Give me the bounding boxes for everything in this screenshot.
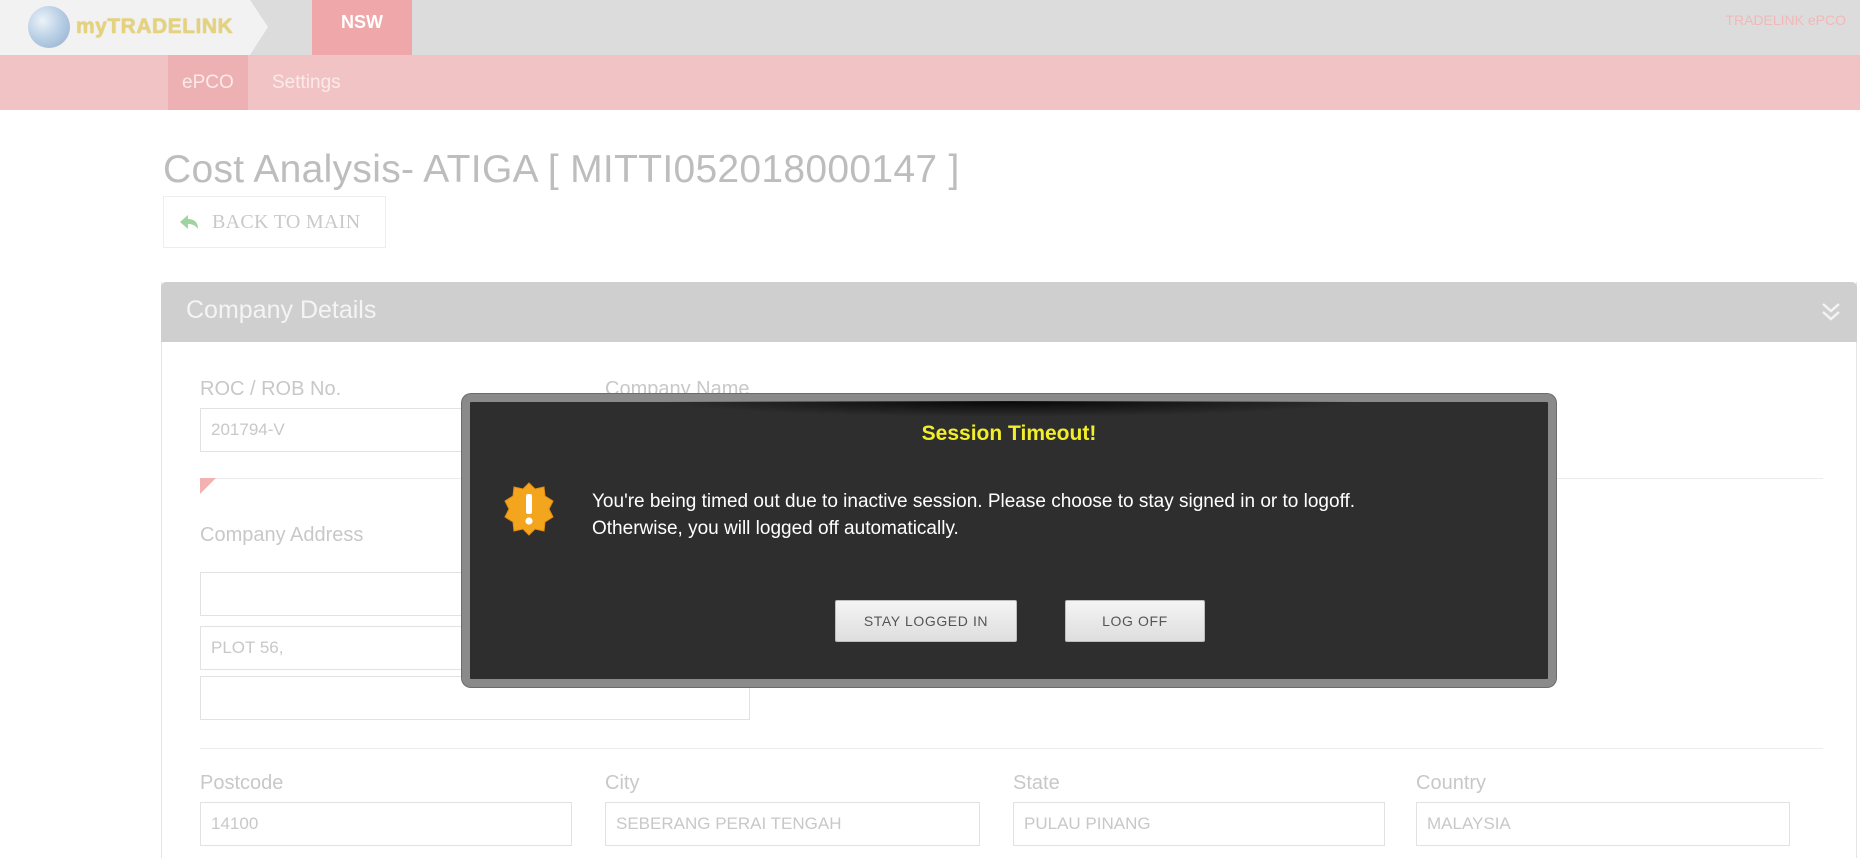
state-field[interactable]: PULAU PINANG	[1013, 802, 1385, 846]
dialog-message-line-2: Otherwise, you will logged off automatic…	[592, 518, 959, 539]
dialog-message-line-1: You're being timed out due to inactive s…	[592, 491, 1356, 512]
logo-tab[interactable]: myTRADELINK	[0, 0, 268, 55]
top-right-link[interactable]: TRADELINK ePCO	[1725, 12, 1846, 28]
subnav-item-epco[interactable]: ePCO	[168, 55, 248, 110]
country-field[interactable]: MALAYSIA	[1416, 802, 1790, 846]
tab-nsw[interactable]: NSW	[312, 0, 412, 55]
stay-logged-in-button[interactable]: STAY LOGGED IN	[835, 600, 1017, 642]
session-timeout-dialog: Session Timeout! You're being timed out …	[462, 394, 1556, 687]
top-bar: myTRADELINK NSW TRADELINK ePCO	[0, 0, 1860, 55]
globe-logo-icon	[28, 6, 70, 48]
postcode-label: Postcode	[200, 772, 284, 794]
dialog-top-shadow	[660, 401, 1360, 417]
postcode-field[interactable]: 14100	[200, 802, 572, 846]
logo-text: myTRADELINK	[76, 15, 234, 38]
double-chevron-down-icon[interactable]	[1819, 300, 1843, 324]
state-label: State	[1013, 772, 1060, 794]
required-flag-icon	[200, 478, 216, 494]
dialog-message: You're being timed out due to inactive s…	[592, 488, 1522, 542]
back-to-main-label: BACK TO MAIN	[212, 211, 361, 233]
sub-navigation: ePCO Settings	[0, 55, 1860, 110]
dialog-title: Session Timeout!	[921, 422, 1097, 445]
page-title: Cost Analysis- ATIGA [ MITTI052018000147…	[163, 148, 960, 191]
roc-field[interactable]: 201794-V	[200, 408, 480, 452]
subnav-item-settings[interactable]: Settings	[258, 55, 355, 110]
city-field[interactable]: SEBERANG PERAI TENGAH	[605, 802, 980, 846]
roc-label: ROC / ROB No.	[200, 378, 342, 400]
city-label: City	[605, 772, 640, 794]
country-label: Country	[1416, 772, 1487, 794]
back-to-main-button[interactable]: BACK TO MAIN	[163, 196, 386, 248]
warning-icon	[504, 482, 554, 536]
divider	[200, 748, 1823, 749]
back-arrow-icon	[180, 215, 198, 229]
log-off-button[interactable]: LOG OFF	[1065, 600, 1205, 642]
panel-title: Company Details	[186, 296, 377, 324]
company-details-header[interactable]: Company Details	[161, 282, 1857, 342]
company-address-label: Company Address	[200, 524, 364, 546]
